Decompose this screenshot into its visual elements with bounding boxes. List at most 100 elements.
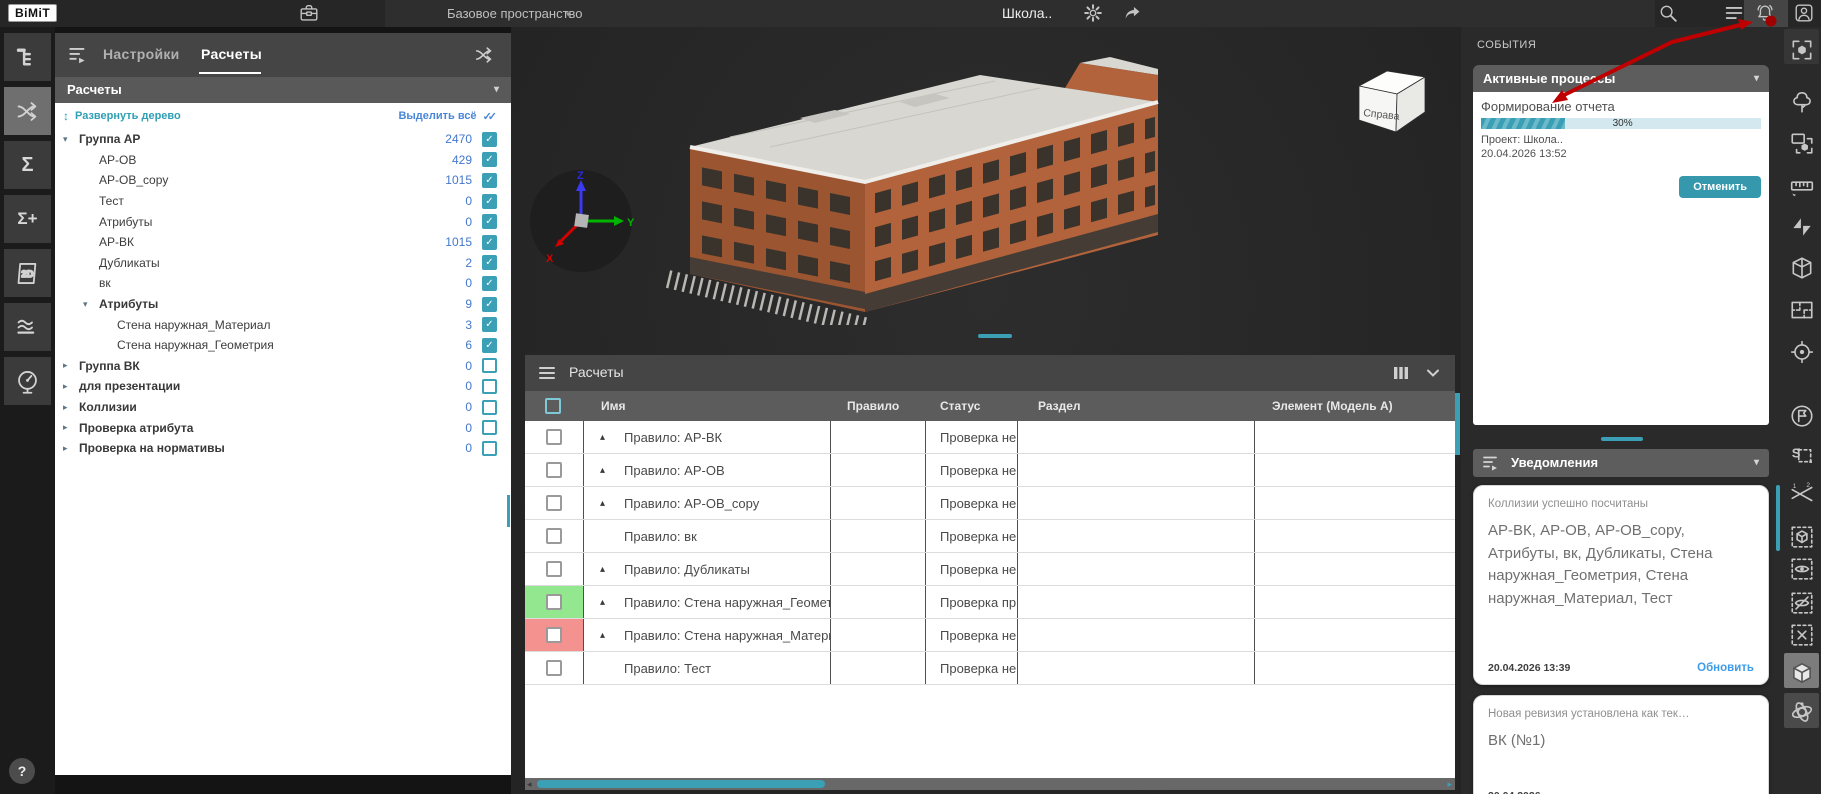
tree-item[interactable]: Дубликаты2✓ bbox=[55, 253, 511, 274]
list-menu-icon[interactable] bbox=[1723, 2, 1745, 24]
tree-item[interactable]: Атрибуты0✓ bbox=[55, 211, 511, 232]
row-checkbox[interactable] bbox=[546, 627, 562, 643]
building-model[interactable] bbox=[650, 55, 1170, 325]
tree-item-checkbox[interactable] bbox=[482, 420, 497, 435]
column-header-element[interactable]: Элемент (Модель А) bbox=[1255, 399, 1455, 413]
tree-item-checkbox[interactable] bbox=[482, 441, 497, 456]
tree-caret-icon[interactable]: ▸ bbox=[63, 422, 79, 433]
tree-item-checkbox[interactable] bbox=[482, 400, 497, 415]
tree-item-checkbox[interactable]: ✓ bbox=[482, 317, 497, 332]
model-tree-button[interactable] bbox=[4, 33, 51, 81]
collapse-caret-icon[interactable]: ▴ bbox=[600, 498, 624, 509]
row-checkbox[interactable] bbox=[546, 462, 562, 478]
tree-item[interactable]: ▸Коллизии0 bbox=[55, 397, 511, 418]
column-header-status[interactable]: Статус bbox=[926, 399, 1018, 413]
collapse-caret-icon[interactable]: ▴ bbox=[600, 564, 624, 575]
floor-plan-icon[interactable] bbox=[1789, 297, 1815, 323]
axis-gizmo[interactable]: Z Y X bbox=[528, 168, 634, 274]
column-header-rule[interactable]: Правило bbox=[831, 399, 926, 413]
scroll-left-arrow-icon[interactable]: ◂ bbox=[527, 779, 532, 790]
tree-caret-icon[interactable]: ▸ bbox=[63, 381, 79, 392]
column-header-section[interactable]: Раздел bbox=[1018, 399, 1255, 413]
sum-button[interactable]: Σ bbox=[4, 141, 51, 189]
orbit-icon[interactable] bbox=[1789, 699, 1815, 725]
tab-settings[interactable]: Настройки bbox=[103, 46, 180, 62]
workspace-selector[interactable]: Базовое пространство bbox=[447, 6, 583, 21]
navigation-cube[interactable]: Справа bbox=[1353, 68, 1429, 134]
target-icon[interactable] bbox=[1789, 339, 1815, 365]
gauge-button[interactable] bbox=[4, 357, 51, 405]
collisions-shuffle-button[interactable] bbox=[4, 87, 51, 135]
tree-item[interactable]: ▸Проверка атрибута0 bbox=[55, 417, 511, 438]
tree-item[interactable]: АР-ОВ429✓ bbox=[55, 150, 511, 171]
tree-item-checkbox[interactable]: ✓ bbox=[482, 235, 497, 250]
tree-item-checkbox[interactable] bbox=[482, 379, 497, 394]
tree-item[interactable]: АР-ВК1015✓ bbox=[55, 232, 511, 253]
tree-item[interactable]: Стена наружная_Материал3✓ bbox=[55, 314, 511, 335]
app-logo[interactable]: BiMiT bbox=[8, 4, 57, 22]
settings-gear-icon[interactable] bbox=[1082, 2, 1104, 24]
collapse-panel-icon[interactable] bbox=[67, 44, 89, 66]
show-eye-icon[interactable] bbox=[1789, 556, 1815, 582]
tree-item-checkbox[interactable]: ✓ bbox=[482, 152, 497, 167]
hide-eye-icon[interactable] bbox=[1789, 590, 1815, 616]
collapse-caret-icon[interactable]: ▴ bbox=[600, 630, 624, 641]
row-checkbox[interactable] bbox=[546, 528, 562, 544]
ruler-icon[interactable] bbox=[1789, 173, 1815, 199]
tree-item-checkbox[interactable]: ✓ bbox=[482, 297, 497, 312]
notifications-header[interactable]: Уведомления ▾ bbox=[1473, 449, 1769, 477]
tree-caret-icon[interactable]: ▸ bbox=[63, 443, 79, 454]
workspace-caret-icon[interactable]: ▾ bbox=[566, 9, 571, 20]
table-row[interactable]: Правило: вкПроверка не bbox=[525, 520, 1455, 553]
notifications-scrollbar[interactable] bbox=[1776, 485, 1780, 551]
table-row[interactable]: ▴Правило: ДубликатыПроверка не bbox=[525, 553, 1455, 586]
flag-icon[interactable] bbox=[1789, 403, 1815, 429]
active-processes-header[interactable]: Активные процессы▾ bbox=[1473, 65, 1769, 92]
tree-item[interactable]: ▸Проверка на нормативы0 bbox=[55, 438, 511, 459]
charts-button[interactable] bbox=[4, 303, 51, 351]
tree-item-checkbox[interactable] bbox=[482, 358, 497, 373]
refresh-link[interactable]: Обновить bbox=[1697, 662, 1754, 674]
tree-item[interactable]: ▸Группа ВК0 bbox=[55, 356, 511, 377]
chevron-down-icon[interactable] bbox=[1423, 363, 1443, 383]
table-vertical-scrollbar[interactable] bbox=[1455, 393, 1460, 455]
tree-scrollbar[interactable] bbox=[507, 495, 510, 527]
table-row[interactable]: Правило: ТестПроверка не bbox=[525, 652, 1455, 685]
tab-calculations[interactable]: Расчеты bbox=[201, 46, 262, 62]
notifications-bell-icon[interactable] bbox=[1754, 2, 1776, 24]
column-header-name[interactable]: Имя bbox=[583, 399, 831, 413]
tree-item-checkbox[interactable]: ✓ bbox=[482, 214, 497, 229]
notification-card[interactable]: Коллизии успешно посчитаны АР-ВК, АР-ОВ,… bbox=[1473, 485, 1769, 685]
panel-resize-handle[interactable] bbox=[1601, 437, 1643, 441]
table-horizontal-scrollbar[interactable]: ◂ ▸ bbox=[525, 778, 1455, 790]
tree-item[interactable]: ▾Атрибуты9✓ bbox=[55, 294, 511, 315]
tree-caret-icon[interactable]: ▸ bbox=[63, 402, 79, 413]
box-3d-icon[interactable] bbox=[1789, 255, 1815, 281]
search-icon[interactable] bbox=[1657, 2, 1679, 24]
overlap-select-icon[interactable] bbox=[1789, 130, 1815, 156]
table-row[interactable]: ▴Правило: АР-ОВПроверка не bbox=[525, 454, 1455, 487]
tree-item-checkbox[interactable]: ✓ bbox=[482, 338, 497, 353]
collapse-caret-icon[interactable]: ▴ bbox=[600, 597, 624, 608]
clear-selection-icon[interactable] bbox=[1789, 622, 1815, 648]
row-checkbox[interactable] bbox=[546, 561, 562, 577]
horizontal-scroll-thumb[interactable] bbox=[537, 780, 825, 788]
tree-item[interactable]: ▸для презентации0 bbox=[55, 376, 511, 397]
row-checkbox[interactable] bbox=[546, 594, 562, 610]
3d-viewport[interactable]: Z Y X Справа Расчеты Имя Правило Статус … bbox=[511, 27, 1461, 794]
row-checkbox[interactable] bbox=[546, 660, 562, 676]
hamburger-menu-icon[interactable] bbox=[537, 363, 557, 383]
dashed-cube-icon[interactable] bbox=[1789, 524, 1815, 550]
select-all-checkbox[interactable] bbox=[545, 398, 561, 414]
view-2d-button[interactable]: 2D bbox=[4, 249, 51, 297]
tree-caret-icon[interactable]: ▸ bbox=[63, 360, 79, 371]
share-icon[interactable] bbox=[1122, 2, 1144, 24]
flip-flash-icon[interactable] bbox=[1789, 214, 1815, 240]
sum-add-button[interactable]: Σ+ bbox=[4, 195, 51, 243]
scroll-right-arrow-icon[interactable]: ▸ bbox=[1447, 779, 1452, 790]
notification-card[interactable]: Новая ревизия установлена как тек… ВК (№… bbox=[1473, 695, 1769, 794]
briefcase-icon[interactable] bbox=[298, 2, 320, 24]
tree-item-checkbox[interactable]: ✓ bbox=[482, 132, 497, 147]
expand-collapse-icon[interactable]: ↕ bbox=[63, 109, 69, 123]
focus-model-icon[interactable] bbox=[1789, 37, 1815, 63]
